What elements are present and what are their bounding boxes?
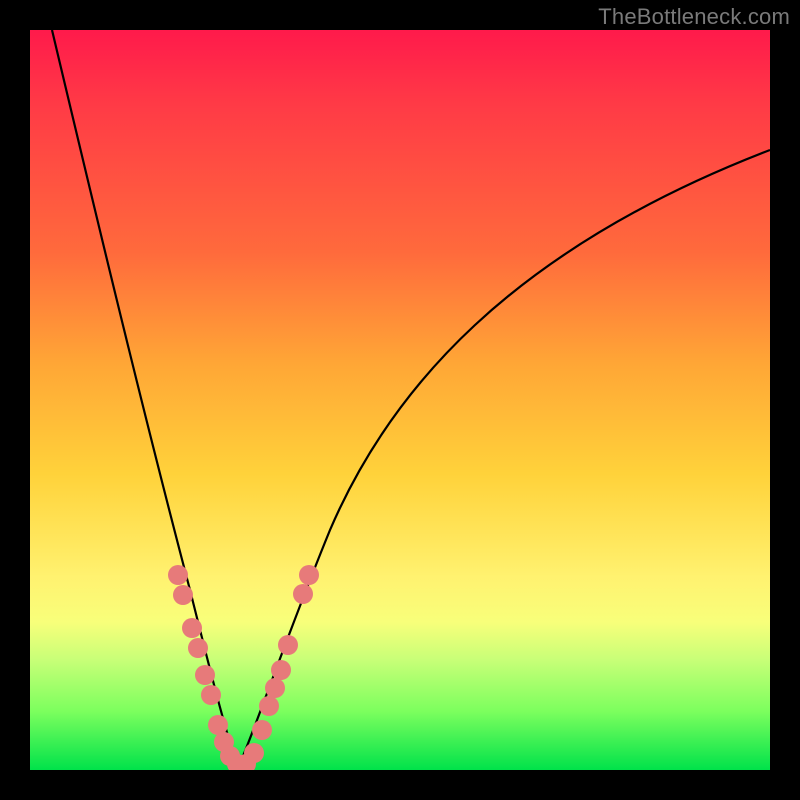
curve-left: [52, 30, 238, 768]
chart-frame: TheBottleneck.com: [0, 0, 800, 800]
plot-area: [30, 30, 770, 770]
highlight-dots: [168, 565, 319, 770]
watermark-text: TheBottleneck.com: [598, 4, 790, 30]
bottleneck-curve: [30, 30, 770, 770]
curve-right: [238, 150, 770, 768]
